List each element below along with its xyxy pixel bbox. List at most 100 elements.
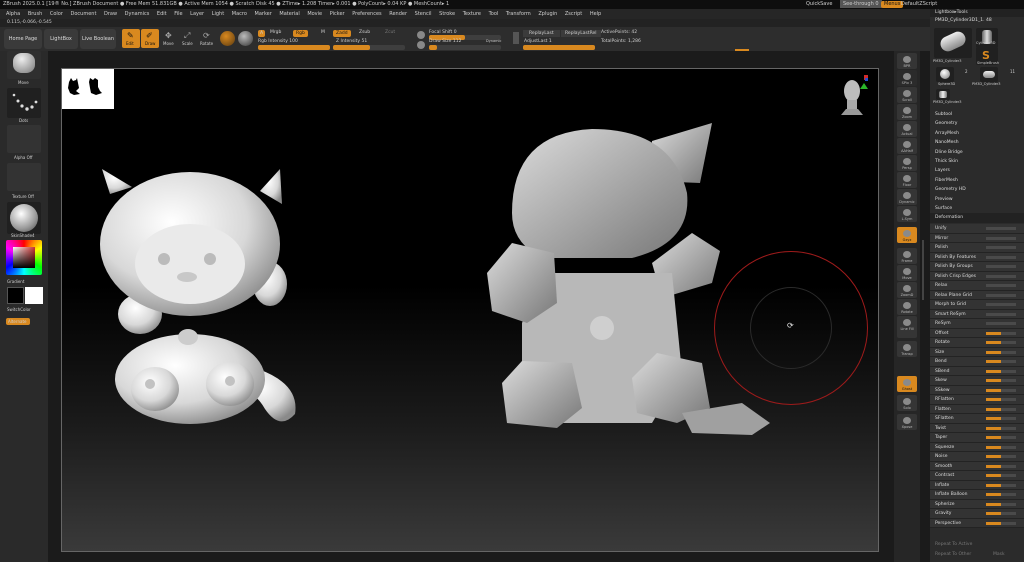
a-toggle[interactable]: A bbox=[258, 30, 266, 37]
section-fibermesh[interactable]: FiberMesh bbox=[930, 176, 1024, 185]
section-nanomesh[interactable]: NanoMesh bbox=[930, 138, 1024, 147]
deformation-sflatten[interactable]: SFlatten bbox=[930, 414, 1024, 424]
move-mode-button[interactable]: ✥ Move bbox=[160, 29, 178, 48]
deformation-slider[interactable] bbox=[986, 388, 1016, 392]
material-sphere-icon[interactable] bbox=[220, 31, 235, 46]
deformation-gravity[interactable]: Gravity bbox=[930, 509, 1024, 519]
draw-size-slider[interactable] bbox=[429, 45, 501, 50]
move-view-button[interactable]: Move bbox=[897, 265, 917, 281]
main-color-swatch[interactable] bbox=[25, 287, 43, 304]
deformation-slider[interactable] bbox=[986, 474, 1016, 477]
menu-zscript[interactable]: Zscript bbox=[565, 11, 582, 17]
deformation-slider[interactable] bbox=[986, 512, 1016, 515]
deformation-slider[interactable] bbox=[986, 426, 1016, 430]
deformation-morph-to-grid[interactable]: Morph to Grid bbox=[930, 300, 1024, 310]
deformation-size[interactable]: Size bbox=[930, 347, 1024, 357]
menu-light[interactable]: Light bbox=[212, 11, 224, 17]
deformation-slider[interactable] bbox=[986, 436, 1016, 439]
menu-tool[interactable]: Tool bbox=[489, 11, 499, 17]
quicksave-button[interactable]: QuickSave bbox=[806, 0, 832, 9]
deformation-slider[interactable] bbox=[986, 502, 1016, 506]
menu-file[interactable]: File bbox=[174, 11, 182, 17]
deformation-twist[interactable]: Twist bbox=[930, 423, 1024, 433]
switch-color-button[interactable]: SwitchColor bbox=[7, 307, 31, 312]
alternate-button[interactable]: Alternate bbox=[6, 318, 30, 325]
seethrough-slider[interactable]: See-through 0 bbox=[840, 0, 882, 8]
deformation-rotate[interactable]: Rotate bbox=[930, 338, 1024, 348]
section-geometry-hd[interactable]: Geometry HD bbox=[930, 185, 1024, 194]
menu-render[interactable]: Render bbox=[389, 11, 407, 17]
menu-preferences[interactable]: Preferences bbox=[352, 11, 381, 17]
deformation-slider[interactable] bbox=[986, 331, 1016, 335]
deformation-slider[interactable] bbox=[986, 312, 1016, 316]
home-page-button[interactable]: Home Page bbox=[4, 29, 42, 49]
deformation-slider[interactable] bbox=[986, 322, 1016, 325]
gxyz-button[interactable]: Gxyz bbox=[897, 227, 917, 243]
deformation-inflate[interactable]: Inflate bbox=[930, 480, 1024, 490]
menu-dynamics[interactable]: Dynamics bbox=[125, 11, 150, 17]
secondary-color-swatch[interactable] bbox=[7, 287, 24, 304]
alpha-thumbnail[interactable] bbox=[7, 125, 41, 153]
zadd-toggle[interactable]: Zadd bbox=[333, 30, 351, 37]
deformation-bend[interactable]: Bend bbox=[930, 357, 1024, 367]
rotate-view-button[interactable]: Rotate bbox=[897, 299, 917, 315]
section-thick-skin[interactable]: Thick Skin bbox=[930, 157, 1024, 166]
persp-button[interactable]: Persp bbox=[897, 155, 917, 171]
section-geometry[interactable]: Geometry bbox=[930, 119, 1024, 128]
rgb-toggle[interactable]: Rgb bbox=[293, 30, 308, 37]
deformation-polish-by-features[interactable]: Polish By Features bbox=[930, 252, 1024, 262]
dynamic-toggle[interactable]: Dynamic bbox=[486, 39, 501, 43]
view-navigator-head-icon[interactable] bbox=[838, 75, 869, 115]
lsym-button[interactable]: L.Sym bbox=[897, 206, 917, 222]
floor-button[interactable]: Floor bbox=[897, 172, 917, 188]
z-intensity-slider[interactable] bbox=[333, 45, 405, 50]
deformation-slider[interactable] bbox=[986, 445, 1016, 449]
deformation-slider[interactable] bbox=[986, 274, 1016, 278]
section-surface[interactable]: Surface bbox=[930, 204, 1024, 213]
replay-last-button[interactable]: ReplayLast bbox=[523, 30, 560, 37]
menu-material[interactable]: Material bbox=[279, 11, 299, 17]
xpose-button[interactable]: Xpose bbox=[897, 414, 917, 430]
menu-draw[interactable]: Draw bbox=[104, 11, 117, 17]
rgb-intensity-slider[interactable] bbox=[258, 45, 330, 50]
deformation-slider[interactable] bbox=[986, 360, 1016, 363]
section-layers[interactable]: Layers bbox=[930, 166, 1024, 175]
scale-mode-button[interactable]: ⤢ Scale bbox=[179, 29, 197, 48]
deformation-slider[interactable] bbox=[986, 398, 1016, 401]
mrgb-toggle[interactable]: Mrgb bbox=[270, 30, 281, 35]
deformation-perspective[interactable]: Perspective bbox=[930, 518, 1024, 528]
section-deformation[interactable]: Deformation bbox=[930, 213, 1024, 223]
menu-texture[interactable]: Texture bbox=[463, 11, 481, 17]
section-preview[interactable]: Preview bbox=[930, 195, 1024, 204]
shelf-scroll-track[interactable] bbox=[922, 240, 924, 300]
deformation-slider[interactable] bbox=[986, 265, 1016, 268]
menu-zplugin[interactable]: Zplugin bbox=[538, 11, 557, 17]
sculpt-model-lowpoly[interactable] bbox=[482, 123, 772, 435]
menu-edit[interactable]: Edit bbox=[157, 11, 167, 17]
deformation-slider[interactable] bbox=[986, 246, 1016, 249]
stroke-thumbnail[interactable] bbox=[7, 88, 41, 118]
deformation-skew[interactable]: Skew bbox=[930, 376, 1024, 386]
sculpt-model-smooth[interactable] bbox=[90, 169, 330, 439]
tool-palette-title[interactable]: Lightbox▸Tools bbox=[930, 9, 1024, 17]
section-subtool[interactable]: Subtool bbox=[930, 110, 1024, 119]
menu-layer[interactable]: Layer bbox=[190, 11, 204, 17]
deformation-mirror[interactable]: Mirror bbox=[930, 233, 1024, 243]
tool-thumb-cylinder[interactable] bbox=[934, 28, 972, 58]
deformation-rflatten[interactable]: RFlatten bbox=[930, 395, 1024, 405]
live-boolean-button[interactable]: Live Boolean bbox=[80, 29, 116, 49]
texture-thumbnail[interactable] bbox=[7, 163, 41, 191]
gradient-sphere-icon[interactable] bbox=[238, 31, 253, 46]
aahalf-button[interactable]: AAHalf bbox=[897, 138, 917, 154]
zoom-button[interactable]: Zoom bbox=[897, 104, 917, 120]
menu-color[interactable]: Color bbox=[50, 11, 63, 17]
spix-button[interactable]: SPix 3 bbox=[897, 70, 917, 86]
deformation-slider[interactable] bbox=[986, 379, 1016, 382]
deformation-slider[interactable] bbox=[986, 350, 1016, 354]
frame-button[interactable]: Frame bbox=[897, 248, 917, 264]
color-picker[interactable] bbox=[6, 240, 42, 275]
zcut-toggle[interactable]: Zcut bbox=[385, 30, 395, 35]
tool-thumb-sphere[interactable] bbox=[936, 67, 954, 82]
deformation-flatten[interactable]: Flatten bbox=[930, 404, 1024, 414]
deformation-taper[interactable]: Taper bbox=[930, 433, 1024, 443]
